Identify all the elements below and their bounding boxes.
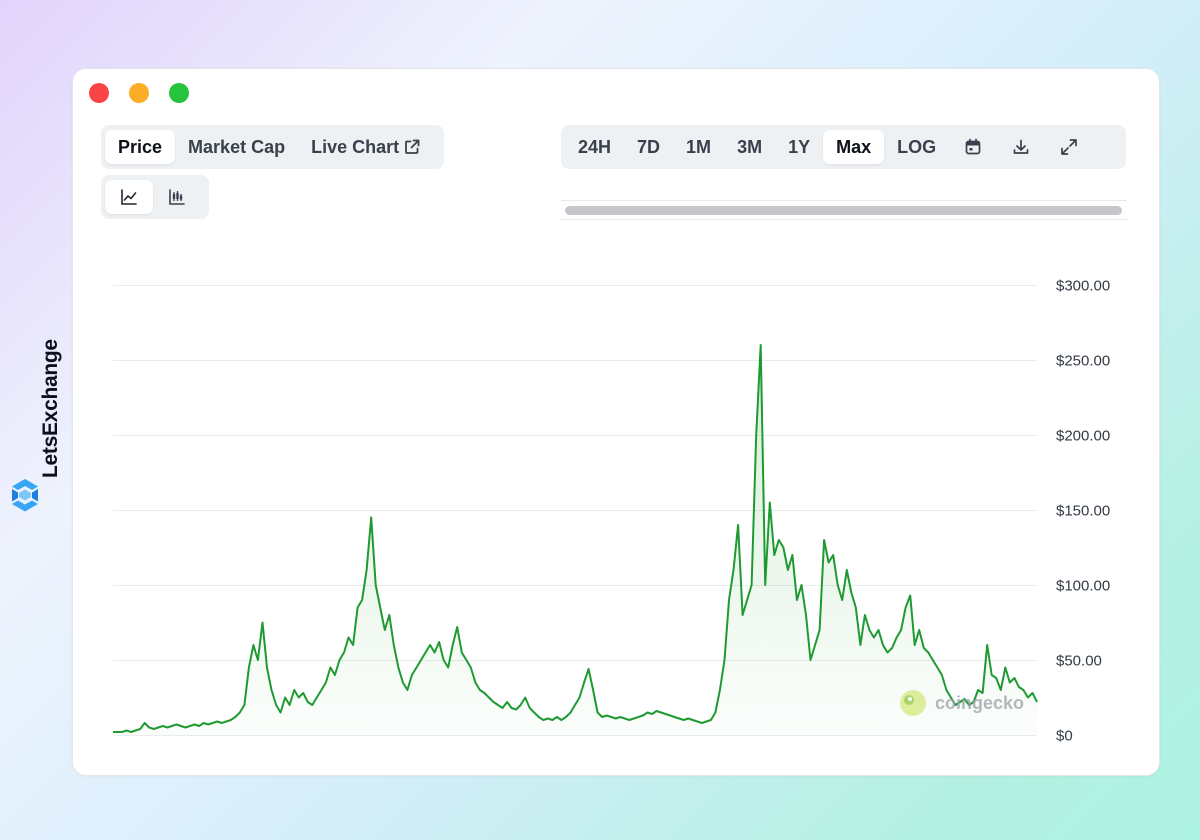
coingecko-watermark: coingecko bbox=[900, 690, 1024, 716]
watermark-text: coingecko bbox=[935, 693, 1024, 713]
chart-window: Price Market Cap Live Chart 24H 7D 1M 3M… bbox=[72, 68, 1160, 776]
price-chart: $0 $50.00 $100.00 $150.00 $200.00 $250.00 $300… bbox=[113, 278, 1110, 745]
y-tick-label: $200.00 bbox=[1056, 428, 1110, 445]
price-area bbox=[113, 345, 1037, 735]
y-tick-label: $300.00 bbox=[1056, 278, 1110, 295]
letsexchange-logo-icon bbox=[12, 479, 38, 512]
y-tick-label: $150.00 bbox=[1056, 503, 1110, 520]
y-tick-label: $50.00 bbox=[1056, 653, 1102, 670]
brand: LetsExchange bbox=[6, 318, 62, 518]
brand-name: LetsExchange bbox=[39, 339, 62, 478]
y-axis-labels: $0 $50.00 $100.00 $150.00 $200.00 $250.00 $300… bbox=[1056, 278, 1110, 745]
y-tick-label: $0 bbox=[1056, 728, 1073, 745]
y-tick-label: $100.00 bbox=[1056, 578, 1110, 595]
y-tick-label: $250.00 bbox=[1056, 353, 1110, 370]
